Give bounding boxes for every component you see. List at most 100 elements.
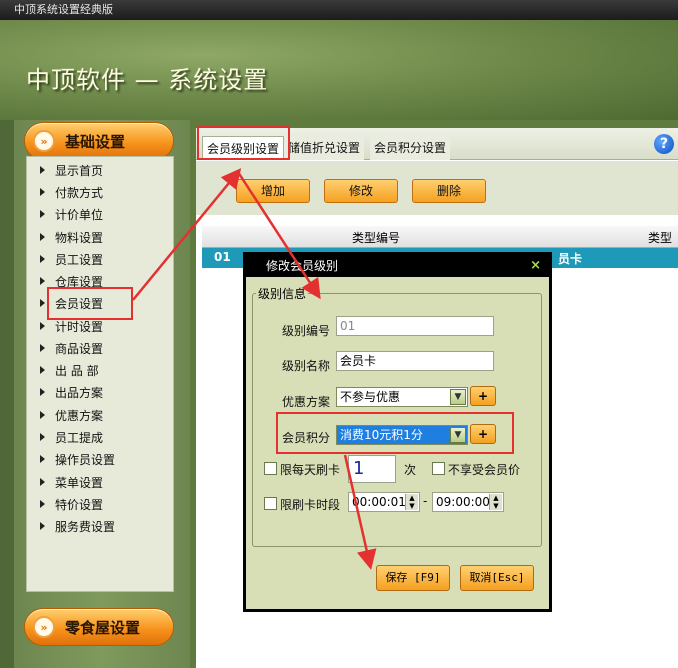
triangle-right-icon bbox=[40, 166, 45, 174]
help-icon[interactable]: ? bbox=[654, 134, 674, 154]
daily-limit-input[interactable]: 1 bbox=[348, 455, 396, 483]
triangle-right-icon bbox=[40, 233, 45, 241]
member-points-select[interactable]: 消费10元积1分 ▼ bbox=[336, 425, 468, 445]
sidebar-item-service-fee[interactable]: 服务费设置 bbox=[40, 516, 115, 536]
sidebar-item-staff[interactable]: 员工设置 bbox=[40, 249, 103, 269]
time-start-value: 00:00:01 bbox=[352, 495, 406, 509]
sidebar-item-label: 特价设置 bbox=[55, 497, 104, 512]
dialog-title-bar: 修改会员级别 × bbox=[246, 255, 549, 277]
daily-limit-checkbox[interactable] bbox=[264, 462, 277, 475]
edit-button[interactable]: 修改 bbox=[324, 179, 398, 203]
time-separator: - bbox=[423, 494, 428, 508]
triangle-right-icon bbox=[40, 388, 45, 396]
triangle-right-icon bbox=[40, 322, 45, 330]
spinner-icon[interactable]: ▲ ▼ bbox=[489, 494, 502, 510]
dialog-body: 级别信息 级别编号 01 级别名称 会员卡 优惠方案 不参与优惠 ▼ + 会员积… bbox=[246, 277, 549, 609]
dialog-title: 修改会员级别 bbox=[266, 259, 339, 273]
no-member-price-checkbox[interactable] bbox=[432, 462, 445, 475]
row-name: 员卡 bbox=[558, 252, 583, 266]
tab-stored-value[interactable]: 储值折兑设置 bbox=[284, 136, 365, 160]
snack-settings-label: 零食屋设置 bbox=[65, 618, 141, 637]
sidebar-item-output-plan[interactable]: 出品方案 bbox=[40, 382, 103, 402]
level-code-label: 级别编号 bbox=[282, 324, 331, 338]
sidebar-item-products[interactable]: 商品设置 bbox=[40, 338, 103, 358]
sidebar-item-discount-plan[interactable]: 优惠方案 bbox=[40, 405, 103, 425]
time-limit-label: 限刷卡时段 bbox=[280, 498, 341, 512]
sidebar-item-timing[interactable]: 计时设置 bbox=[40, 316, 103, 336]
sidebar-item-materials[interactable]: 物料设置 bbox=[40, 227, 103, 247]
save-button[interactable]: 保存 [F9] bbox=[376, 565, 450, 591]
app-header: 中顶软件 — 系统设置 bbox=[0, 20, 678, 120]
sidebar-item-label: 仓库设置 bbox=[55, 274, 104, 289]
discount-plan-label: 优惠方案 bbox=[282, 395, 331, 409]
close-icon[interactable]: × bbox=[530, 255, 541, 277]
triangle-right-icon bbox=[40, 277, 45, 285]
edit-member-level-dialog: 修改会员级别 × 级别信息 级别编号 01 级别名称 会员卡 优惠方案 不参与优… bbox=[243, 252, 552, 612]
column-header-code[interactable]: 类型编号 bbox=[352, 229, 400, 246]
sidebar-item-label: 计时设置 bbox=[55, 319, 104, 334]
triangle-right-icon bbox=[40, 455, 45, 463]
basic-settings-label: 基础设置 bbox=[65, 132, 126, 151]
expand-arrow-icon: » bbox=[33, 130, 55, 152]
window-title: 中顶系统设置经典版 bbox=[14, 3, 113, 16]
add-points-plan-button[interactable]: + bbox=[470, 424, 496, 444]
sidebar-item-warehouse[interactable]: 仓库设置 bbox=[40, 271, 103, 291]
triangle-right-icon bbox=[40, 522, 45, 530]
snack-settings-header[interactable]: » 零食屋设置 bbox=[24, 608, 174, 646]
time-end-value: 09:00:00 bbox=[436, 495, 490, 509]
row-code: 01 bbox=[214, 250, 231, 264]
time-limit-checkbox[interactable] bbox=[264, 497, 277, 510]
sidebar-item-units[interactable]: 计价单位 bbox=[40, 204, 103, 224]
chevron-down-icon[interactable]: ▼ bbox=[450, 427, 466, 443]
expand-arrow-icon: » bbox=[33, 616, 55, 638]
triangle-right-icon bbox=[40, 344, 45, 352]
time-end-input[interactable]: 09:00:00 ▲ ▼ bbox=[432, 492, 504, 512]
level-code-field[interactable]: 01 bbox=[336, 316, 494, 336]
chevron-down-icon[interactable]: ▼ bbox=[450, 389, 466, 405]
sidebar-item-label: 优惠方案 bbox=[55, 408, 104, 423]
discount-plan-value: 不参与优惠 bbox=[340, 390, 401, 404]
discount-plan-select[interactable]: 不参与优惠 ▼ bbox=[336, 387, 468, 407]
sidebar-item-operators[interactable]: 操作员设置 bbox=[40, 449, 115, 469]
triangle-right-icon bbox=[40, 478, 45, 486]
no-member-price-label: 不享受会员价 bbox=[448, 463, 521, 477]
tab-bar: 会员级别设置 储值折兑设置 会员积分设置 ? bbox=[196, 128, 678, 160]
member-points-value: 消费10元积1分 bbox=[340, 428, 423, 442]
sidebar-item-label: 员工设置 bbox=[55, 252, 104, 267]
tab-member-points[interactable]: 会员积分设置 bbox=[370, 136, 451, 160]
triangle-right-icon bbox=[40, 411, 45, 419]
cancel-button[interactable]: 取消[Esc] bbox=[460, 565, 534, 591]
page-title: 中顶软件 — 系统设置 bbox=[26, 66, 269, 94]
sidebar-item-label: 物料设置 bbox=[55, 230, 104, 245]
triangle-right-icon bbox=[40, 500, 45, 508]
sidebar: » 基础设置 显示首页 付款方式 计价单位 物料设置 员工设置 仓库设置 会员设… bbox=[14, 120, 190, 668]
add-button[interactable]: 增加 bbox=[236, 179, 310, 203]
triangle-right-icon bbox=[40, 433, 45, 441]
level-name-field[interactable]: 会员卡 bbox=[336, 351, 494, 371]
sidebar-item-member[interactable]: 会员设置 bbox=[40, 293, 103, 313]
sidebar-item-label: 服务费设置 bbox=[55, 519, 116, 534]
sidebar-item-label: 商品设置 bbox=[55, 341, 104, 356]
sidebar-item-home[interactable]: 显示首页 bbox=[40, 160, 103, 180]
sidebar-item-label: 会员设置 bbox=[55, 296, 104, 311]
level-name-label: 级别名称 bbox=[282, 359, 331, 373]
sidebar-item-output-dept[interactable]: 出 品 部 bbox=[40, 360, 99, 380]
sidebar-item-label: 显示首页 bbox=[55, 163, 104, 178]
tab-member-level[interactable]: 会员级别设置 bbox=[202, 136, 285, 160]
sidebar-item-payment[interactable]: 付款方式 bbox=[40, 182, 103, 202]
sidebar-item-label: 员工提成 bbox=[55, 430, 104, 445]
sidebar-item-label: 付款方式 bbox=[55, 185, 104, 200]
time-start-input[interactable]: 00:00:01 ▲ ▼ bbox=[348, 492, 420, 512]
daily-limit-unit: 次 bbox=[404, 463, 417, 477]
triangle-right-icon bbox=[40, 255, 45, 263]
sidebar-item-special-price[interactable]: 特价设置 bbox=[40, 494, 103, 514]
basic-settings-header[interactable]: » 基础设置 bbox=[24, 122, 174, 160]
toolbar: 增加 修改 删除 bbox=[196, 161, 678, 215]
add-discount-plan-button[interactable]: + bbox=[470, 386, 496, 406]
delete-button[interactable]: 删除 bbox=[412, 179, 486, 203]
triangle-right-icon bbox=[40, 299, 45, 307]
spinner-icon[interactable]: ▲ ▼ bbox=[405, 494, 418, 510]
sidebar-item-commission[interactable]: 员工提成 bbox=[40, 427, 103, 447]
sidebar-item-label: 出品方案 bbox=[55, 385, 104, 400]
sidebar-item-menu[interactable]: 菜单设置 bbox=[40, 472, 103, 492]
